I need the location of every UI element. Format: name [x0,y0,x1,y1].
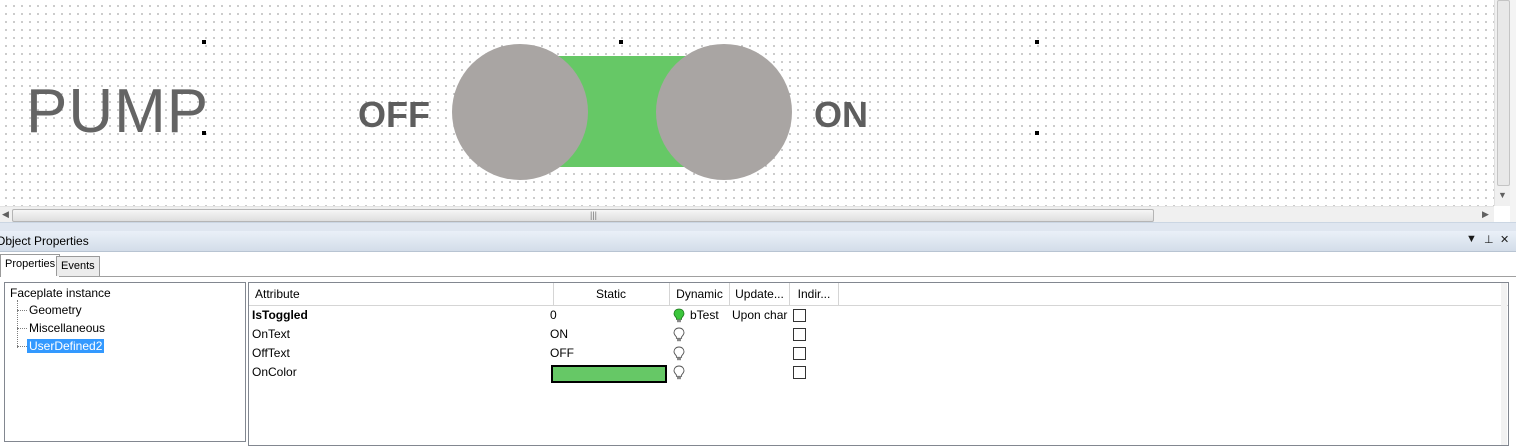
static-cell[interactable]: 0 [550,306,660,325]
lightbulb-off-icon[interactable] [673,365,685,380]
tree-connector [17,310,27,311]
indirect-checkbox[interactable] [793,366,806,379]
pump-label[interactable]: PUMP [26,76,209,148]
grid-header: Attribute Static Dynamic Update... Indir… [249,283,1508,306]
tree-item-userdefined2[interactable]: UserDefined2 [27,339,105,353]
design-canvas[interactable]: PUMP OFF ON [0,0,1494,206]
static-cell[interactable]: OFF [550,344,660,363]
column-header-indirect[interactable]: Indir... [790,283,839,305]
attribute-grid: Attribute Static Dynamic Update... Indir… [248,282,1509,446]
horizontal-scroll-thumb[interactable]: ||| [12,209,1154,222]
panel-title: Object Properties [0,234,89,248]
panel-title-bar: Object Properties ▼ ⊥ ✕ [0,231,1516,252]
scroll-right-arrow-icon[interactable]: ▶ [1482,209,1489,220]
selection-handle[interactable] [1035,131,1039,135]
dropdown-icon[interactable]: ▼ [1466,233,1477,245]
tree-connector [17,328,27,329]
tree-item-miscellaneous[interactable]: Miscellaneous [29,321,105,335]
dynamic-cell[interactable]: bTest [690,306,730,325]
horizontal-scrollbar[interactable]: ◀ ||| ▶ [0,206,1494,223]
grip-icon: ||| [590,210,598,220]
property-tree: Faceplate instance Geometry Miscellaneou… [4,282,246,442]
close-icon[interactable]: ✕ [1500,233,1509,246]
color-swatch[interactable] [551,365,667,383]
scroll-down-arrow-icon[interactable]: ▼ [1498,190,1507,200]
window-edge [1510,0,1516,230]
tab-properties[interactable]: Properties [0,254,61,277]
update-cell[interactable]: Upon char [732,306,788,325]
lightbulb-on-icon[interactable] [673,308,685,323]
tree-connector [17,300,18,348]
pin-icon[interactable]: ⊥ [1484,233,1494,246]
selection-handle[interactable] [619,40,623,44]
lightbulb-off-icon[interactable] [673,327,685,342]
table-row[interactable]: IsToggled 0 bTest Upon char [249,306,1508,325]
grid-edge [1501,283,1507,445]
vertical-scrollbar[interactable]: ▼ [1494,0,1511,206]
table-row[interactable]: OffText OFF [249,344,1508,363]
toggle-knob-right[interactable] [656,44,792,180]
toggle-knob-left[interactable] [452,44,588,180]
selection-handle[interactable] [1035,40,1039,44]
splitter[interactable] [0,222,1516,231]
lightbulb-off-icon[interactable] [673,346,685,361]
attribute-cell: OnText [252,327,291,341]
selection-handle[interactable] [202,131,206,135]
static-cell[interactable]: ON [550,325,660,344]
tree-connector [17,346,27,347]
column-header-attribute[interactable]: Attribute [249,283,554,305]
attribute-cell: OnColor [252,365,297,379]
column-header-dynamic[interactable]: Dynamic [670,283,730,305]
selection-handle[interactable] [202,40,206,44]
column-header-static[interactable]: Static [553,283,670,305]
table-row[interactable]: OnText ON [249,325,1508,344]
scroll-left-arrow-icon[interactable]: ◀ [2,209,9,220]
panel-tabs: Properties Events [0,252,1516,277]
off-label[interactable]: OFF [358,95,430,135]
column-header-update[interactable]: Update... [730,283,790,305]
indirect-checkbox[interactable] [793,328,806,341]
indirect-checkbox[interactable] [793,347,806,360]
attribute-cell: IsToggled [252,308,308,322]
tree-item-geometry[interactable]: Geometry [29,303,82,317]
attribute-cell: OffText [252,346,290,360]
vertical-scroll-thumb[interactable] [1497,0,1510,186]
table-row[interactable]: OnColor [249,363,1508,383]
tab-events[interactable]: Events [56,256,100,276]
on-label[interactable]: ON [814,95,868,135]
indirect-checkbox[interactable] [793,309,806,322]
tree-root[interactable]: Faceplate instance [10,286,111,300]
